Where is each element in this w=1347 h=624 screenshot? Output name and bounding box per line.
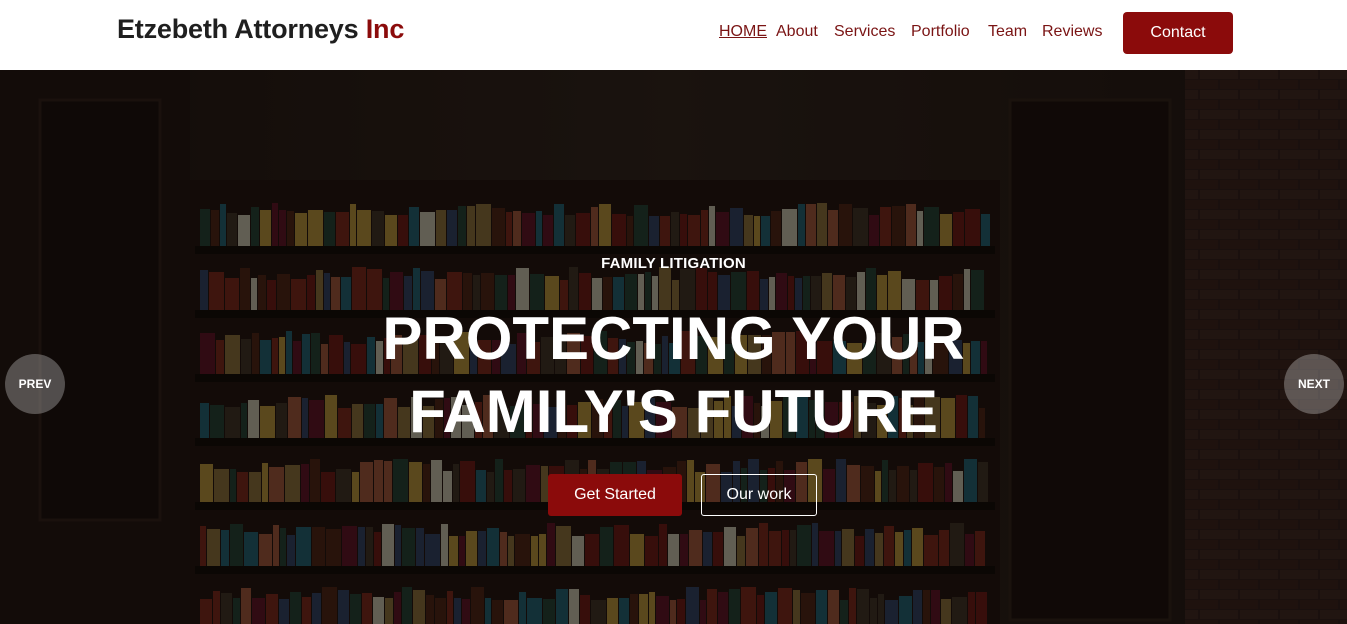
brand-accent: Inc (365, 14, 405, 44)
hero-subtitle: FAMILY LITIGATION (601, 255, 746, 272)
nav-item-portfolio[interactable]: Portfolio (911, 23, 970, 41)
carousel-next-button[interactable]: NEXT (1284, 354, 1344, 414)
hero-title-line-1: PROTECTING YOUR (382, 305, 965, 372)
nav-item-reviews[interactable]: Reviews (1042, 23, 1102, 41)
get-started-button[interactable]: Get Started (548, 474, 682, 516)
hero-title: PROTECTING YOUR FAMILY'S FUTURE (0, 302, 1347, 448)
our-work-button[interactable]: Our work (701, 474, 817, 516)
brand-logo[interactable]: Etzebeth Attorneys Inc (117, 14, 404, 45)
hero-title-line-2: FAMILY'S FUTURE (409, 378, 938, 445)
site-header: Etzebeth Attorneys Inc HOME About Servic… (0, 0, 1347, 70)
hero-carousel: FAMILY LITIGATION PROTECTING YOUR FAMILY… (0, 70, 1347, 624)
nav-item-home[interactable]: HOME (719, 23, 767, 41)
nav-item-services[interactable]: Services (834, 23, 895, 41)
contact-button[interactable]: Contact (1123, 12, 1233, 54)
nav-item-about[interactable]: About (776, 23, 818, 41)
carousel-prev-button[interactable]: PREV (5, 354, 65, 414)
nav-item-team[interactable]: Team (988, 23, 1027, 41)
brand-name: Etzebeth Attorneys (117, 14, 359, 44)
